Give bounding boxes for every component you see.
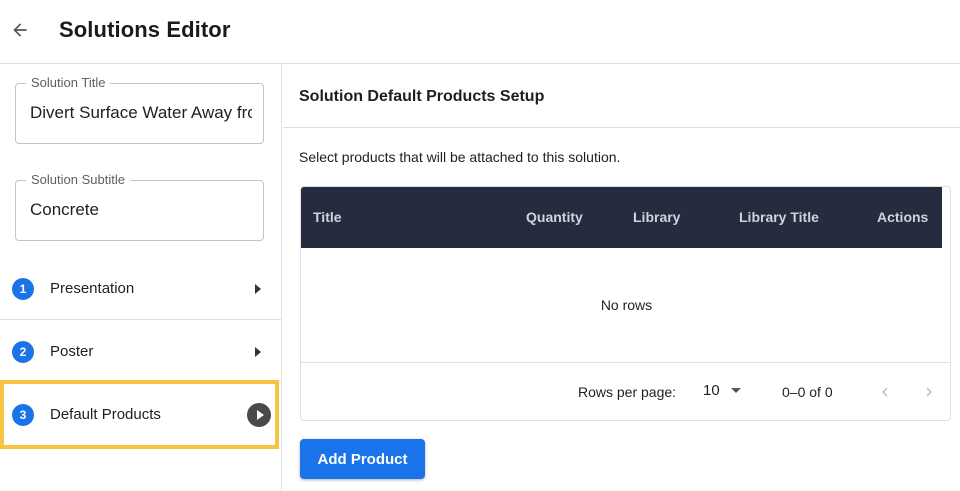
column-header-library-title[interactable]: Library Title	[739, 209, 819, 225]
arrow-right-icon	[255, 346, 261, 357]
column-header-title[interactable]: Title	[313, 209, 342, 225]
step-number-badge: 2	[12, 340, 34, 363]
add-product-button[interactable]: Add Product	[300, 439, 425, 479]
solution-subtitle-field[interactable]: Solution Subtitle	[15, 172, 264, 241]
products-table: Title Quantity Library Library Title Act…	[300, 186, 951, 421]
chevron-right-icon	[926, 387, 932, 397]
step-default-products[interactable]: 3 Default Products	[0, 380, 279, 449]
pagination-range: 0–0 of 0	[782, 384, 833, 400]
solution-title-label: Solution Title	[26, 75, 111, 91]
previous-page-button[interactable]	[873, 380, 897, 404]
table-header: Title Quantity Library Library Title Act…	[301, 187, 942, 248]
column-header-actions[interactable]: Actions	[877, 209, 928, 225]
main-panel: Solution Default Products Setup Select p…	[283, 64, 960, 491]
solution-title-input[interactable]	[30, 103, 252, 123]
step-number-badge: 3	[12, 403, 34, 426]
solution-subtitle-input[interactable]	[30, 200, 252, 220]
app-header: Solutions Editor	[0, 0, 960, 64]
section-description: Select products that will be attached to…	[299, 149, 621, 165]
step-poster[interactable]: 2 Poster	[0, 321, 282, 383]
column-header-library[interactable]: Library	[633, 209, 680, 225]
sidebar: Solution Title Solution Subtitle 1 Prese…	[0, 64, 282, 491]
chevron-down-icon	[730, 388, 741, 393]
page-title: Solutions Editor	[59, 17, 231, 42]
step-label: Presentation	[50, 280, 135, 297]
main-header: Solution Default Products Setup	[283, 64, 960, 128]
rows-per-page-value: 10	[703, 382, 720, 399]
arrow-right-icon	[255, 283, 261, 294]
step-label: Default Products	[50, 406, 161, 423]
chevron-left-icon	[882, 387, 888, 397]
step-presentation[interactable]: 1 Presentation	[0, 258, 282, 320]
empty-rows-message: No rows	[301, 248, 950, 363]
column-header-quantity[interactable]: Quantity	[526, 209, 583, 225]
step-label: Poster	[50, 343, 94, 360]
solution-title-field[interactable]: Solution Title	[15, 75, 264, 144]
play-circle-icon	[247, 402, 271, 427]
rows-per-page-label: Rows per page:	[578, 384, 677, 400]
next-page-button[interactable]	[917, 380, 941, 404]
table-pagination: Rows per page: 10 0–0 of 0	[301, 363, 950, 420]
section-title: Solution Default Products Setup	[299, 88, 545, 105]
solution-subtitle-label: Solution Subtitle	[26, 172, 130, 188]
step-number-badge: 1	[12, 277, 34, 300]
rows-per-page-select[interactable]: 10	[703, 382, 741, 399]
back-button[interactable]	[8, 18, 32, 42]
arrow-left-icon	[13, 23, 27, 37]
